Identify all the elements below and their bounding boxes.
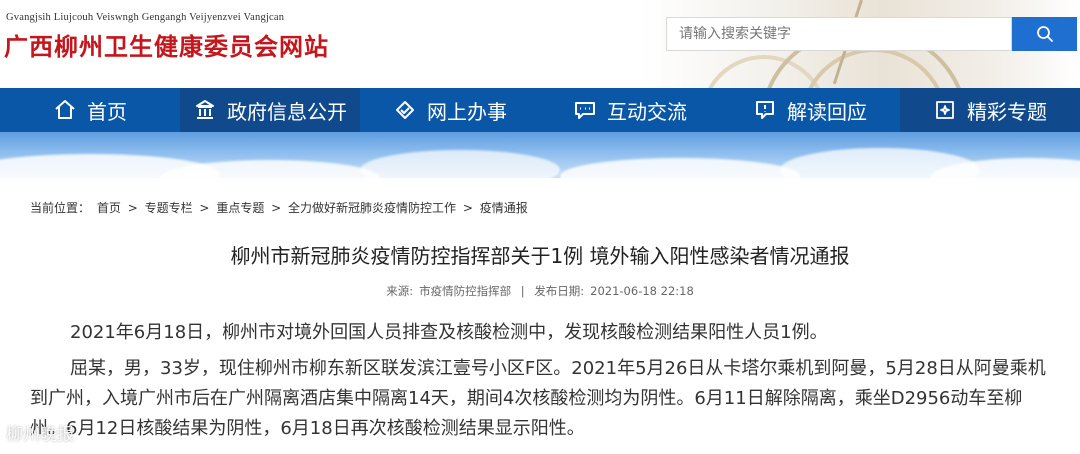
sky-banner: [0, 132, 1080, 178]
date-label: 发布日期:: [534, 284, 585, 298]
building-icon: [193, 98, 217, 122]
home-icon: [53, 98, 77, 122]
breadcrumb-item[interactable]: 全力做好新冠肺炎疫情防控工作: [288, 201, 456, 215]
breadcrumb-separator: >: [127, 201, 138, 215]
breadcrumb-item[interactable]: 专题专栏: [145, 201, 193, 215]
article-meta: 来源: 市疫情防控指挥部 | 发布日期: 2021-06-18 22:18: [0, 283, 1080, 299]
nav-item-label: 首页: [87, 99, 127, 124]
nav-item-label: 解读回应: [787, 99, 867, 124]
breadcrumb: 当前位置： 首页 > 专题专栏 > 重点专题 > 全力做好新冠肺炎疫情防控工作 …: [30, 199, 531, 216]
nav-item-label: 网上办事: [427, 99, 507, 124]
handshake-icon: [393, 98, 417, 122]
nav-item-home[interactable]: 首页: [0, 88, 180, 132]
search-input[interactable]: [666, 17, 1012, 51]
article-title: 柳州市新冠肺炎疫情防控指挥部关于1例 境外输入阳性感染者情况通报: [230, 244, 850, 268]
publish-date: 2021-06-18 22:18: [590, 284, 694, 298]
breadcrumb-prefix: 当前位置：: [30, 201, 91, 215]
watermark: 柳州晚报: [6, 425, 74, 445]
site-name-en: Gvangjsih Liujcouh Veiswngh Gengangh Vei…: [6, 12, 285, 23]
nav-item-label: 政府信息公开: [227, 99, 347, 124]
site-logo-title[interactable]: 广西柳州卫生健康委员会网站: [4, 27, 329, 62]
search-button[interactable]: [1012, 17, 1077, 51]
source-label: 来源:: [386, 284, 414, 298]
nav-item-gov-info[interactable]: 政府信息公开: [180, 88, 360, 132]
breadcrumb-separator: >: [271, 201, 282, 215]
sparkle-icon: [933, 98, 957, 122]
article-paragraph: 2021年6月18日，柳州市对境外回国人员排查及核酸检测中，发现核酸检测结果阳性…: [70, 322, 828, 343]
search-bar: [666, 17, 1079, 51]
main-nav: 首页 政府信息公开 网上办事 互动交流 解读回应 精彩专题: [0, 88, 1080, 132]
breadcrumb-item[interactable]: 首页: [97, 201, 121, 215]
source-value: 市疫情防控指挥部: [419, 284, 512, 298]
nav-item-interaction[interactable]: 互动交流: [540, 88, 720, 132]
speech-bubble-icon: [753, 98, 777, 122]
cloud-decoration: [360, 150, 560, 178]
site-header: Gvangjsih Liujcouh Veiswngh Gengangh Vei…: [0, 0, 1080, 88]
search-icon: [1036, 26, 1053, 42]
breadcrumb-separator: >: [462, 201, 473, 215]
nav-item-label: 互动交流: [607, 99, 687, 124]
article-paragraph: 屈某，男，33岁，现住柳州市柳东新区联发滨江壹号小区F区。2021年5月26日从…: [30, 358, 1046, 439]
chat-icon: [573, 98, 597, 122]
cloud-decoration: [560, 158, 800, 178]
meta-divider: |: [520, 284, 525, 298]
nav-item-online-services[interactable]: 网上办事: [360, 88, 540, 132]
nav-item-label: 精彩专题: [967, 99, 1047, 124]
breadcrumb-item[interactable]: 重点专题: [216, 201, 264, 215]
breadcrumb-item[interactable]: 疫情通报: [480, 201, 528, 215]
nav-item-featured-topics[interactable]: 精彩专题: [900, 88, 1080, 132]
breadcrumb-separator: >: [199, 201, 210, 215]
nav-item-interpretation[interactable]: 解读回应: [720, 88, 900, 132]
